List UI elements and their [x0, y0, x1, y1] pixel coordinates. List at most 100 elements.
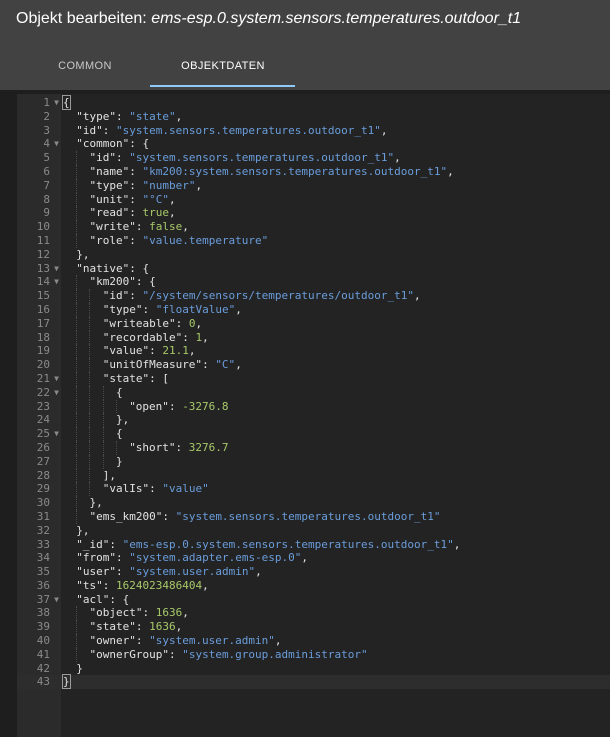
token-punct: { — [62, 95, 71, 110]
fold-toggle-icon[interactable]: ▼ — [52, 386, 61, 400]
code-line[interactable]: 35 "user": "system.user.admin", — [17, 565, 610, 579]
token-punct: , — [182, 606, 189, 620]
fold-toggle-icon[interactable]: ▼ — [52, 96, 61, 110]
code-text: }, — [63, 248, 89, 262]
token-key: "state" — [89, 620, 136, 634]
fold-toggle-icon[interactable]: ▼ — [52, 593, 61, 607]
code-line[interactable]: 17 "writeable": 0, — [17, 316, 610, 331]
code-line[interactable]: 12}, — [17, 248, 610, 262]
indent-guide — [102, 454, 104, 469]
code-lines[interactable]: 1 ▼{2 "type": "state", 3 "id": "system.senso… — [17, 95, 610, 690]
line-number: 3 — [43, 123, 50, 137]
code-line[interactable]: 19 "value": 21.1, — [17, 344, 610, 359]
fold-toggle-icon[interactable]: ▼ — [52, 275, 61, 289]
code-text: "unit": "°C", — [63, 193, 175, 207]
fold-toggle-icon[interactable]: ▼ — [52, 137, 61, 151]
code-line[interactable]: 2 "type": "state", — [17, 110, 610, 124]
token-key: "open" — [129, 399, 169, 413]
line-number: 40 — [36, 634, 50, 648]
code-line[interactable]: 14 ▼ "km200": { — [17, 275, 610, 290]
token-punct: : — [129, 178, 143, 192]
token-str: "C" — [215, 358, 236, 372]
code-text: "acl": { — [63, 593, 129, 607]
token-punct: , — [235, 302, 242, 316]
tab-bar: COMMON OBJEKTDATEN — [0, 40, 610, 90]
code-line[interactable]: 36 "ts": 1624023486404, — [17, 579, 610, 593]
code-line[interactable]: 15 "id": "/system/sensors/temperatures/ou… — [17, 289, 610, 303]
token-punct: , — [182, 220, 189, 234]
code-line[interactable]: 13 ▼ "native": { — [17, 262, 610, 276]
line-number: 24 — [36, 413, 50, 427]
code-line[interactable]: 38 "object": 1636, — [17, 606, 610, 621]
indent-guide — [89, 358, 91, 372]
token-punct: : [ — [149, 371, 169, 385]
token-str: "floatValue" — [155, 302, 236, 316]
token-punct: : — [202, 358, 216, 372]
code-line[interactable]: 18 "recordable": 1, — [17, 330, 610, 345]
code-text: "type": "number", — [63, 179, 202, 193]
token-key: "id" — [102, 289, 130, 303]
tab-common[interactable]: COMMON — [28, 40, 142, 90]
code-line[interactable]: 39 "state": 1636, — [17, 620, 610, 635]
code-line[interactable]: 21 ▼ "state": [ — [17, 371, 610, 386]
code-line[interactable]: 43} — [17, 674, 610, 690]
indent-guide — [76, 330, 78, 345]
code-line[interactable]: 41 "ownerGroup": "system.group.administra… — [17, 647, 610, 662]
token-key: "recordable" — [102, 330, 183, 344]
token-punct: : — [129, 233, 143, 247]
token-punct: : — [175, 316, 189, 330]
line-number: 35 — [36, 565, 50, 579]
code-line[interactable]: 20 "unitOfMeasure": "C", — [17, 358, 610, 372]
code-line[interactable]: 11 "role": "value.temperature" — [17, 233, 610, 248]
code-line[interactable]: 33 "_id": "ems-esp.0.system.sensors.tempe… — [17, 538, 610, 552]
code-text: "ts": 1624023486404, — [63, 579, 208, 593]
token-key: "native" — [76, 261, 130, 275]
token-key: "owner" — [89, 634, 136, 648]
code-line[interactable]: 30}, — [17, 496, 610, 510]
code-line[interactable]: 9 "read": true, — [17, 206, 610, 221]
code-line[interactable]: 1 ▼{ — [17, 95, 610, 110]
code-line[interactable]: 32}, — [17, 524, 610, 538]
code-line[interactable]: 6 "name": "km200:system.sensors.temperatu… — [17, 164, 610, 179]
code-line[interactable]: 3 "id": "system.sensors.temperatures.outd… — [17, 124, 610, 138]
code-line[interactable]: 16 "type": "floatValue", — [17, 302, 610, 317]
code-line[interactable]: 34 "from": "system.adapter.ems-esp.0", — [17, 551, 610, 565]
code-line[interactable]: 8 "unit": "°C", — [17, 192, 610, 207]
indent-guide — [76, 371, 78, 386]
fold-toggle-icon[interactable]: ▼ — [52, 427, 61, 441]
json-editor[interactable]: 1 ▼{2 "type": "state", 3 "id": "system.senso… — [17, 94, 610, 737]
token-punct: , — [255, 565, 262, 579]
code-line[interactable]: 24}, — [17, 413, 610, 428]
line-number: 9 — [43, 206, 50, 220]
line-number: 23 — [36, 399, 50, 413]
line-number: 41 — [36, 647, 50, 661]
token-punct: : — [135, 620, 150, 634]
indent-guide — [102, 385, 104, 400]
code-line[interactable]: 5 "id": "system.sensors.temperatures.outd… — [17, 151, 610, 165]
code-line[interactable]: 40 "owner": "system.user.admin", — [17, 634, 610, 648]
code-line[interactable]: 27} — [17, 454, 610, 469]
code-line[interactable]: 4 ▼ "common": { — [17, 137, 610, 151]
code-line[interactable]: 22 ▼ { — [17, 385, 610, 400]
code-line[interactable]: 37 ▼ "acl": { — [17, 593, 610, 607]
code-line[interactable]: 29 "valIs": "value" — [17, 482, 610, 497]
code-line[interactable]: 26 "short": 3276.7 — [17, 440, 610, 455]
token-punct: : — [182, 330, 196, 344]
line-number: 20 — [36, 358, 50, 372]
code-text: "ems_km200": "system.sensors.temperature… — [63, 510, 440, 524]
code-line[interactable]: 10 "write": false, — [17, 220, 610, 234]
code-text: }, — [63, 496, 102, 510]
code-line[interactable]: 42} — [17, 662, 610, 676]
token-str: "km200:system.sensors.temperatures.outdo… — [142, 164, 448, 178]
token-num: 1636 — [149, 620, 176, 634]
code-line[interactable]: 28], — [17, 468, 610, 483]
code-text: "native": { — [63, 262, 149, 276]
code-line[interactable]: 7 "type": "number", — [17, 178, 610, 193]
fold-toggle-icon[interactable]: ▼ — [52, 262, 61, 276]
token-key: "valIs" — [102, 482, 150, 496]
tab-objektdaten[interactable]: OBJEKTDATEN — [150, 40, 296, 90]
code-line[interactable]: 31 "ems_km200": "system.sensors.temperatu… — [17, 509, 610, 524]
code-line[interactable]: 23 "open": -3276.8 — [17, 399, 610, 414]
code-line[interactable]: 25 ▼ { — [17, 427, 610, 441]
fold-toggle-icon[interactable]: ▼ — [52, 372, 61, 386]
